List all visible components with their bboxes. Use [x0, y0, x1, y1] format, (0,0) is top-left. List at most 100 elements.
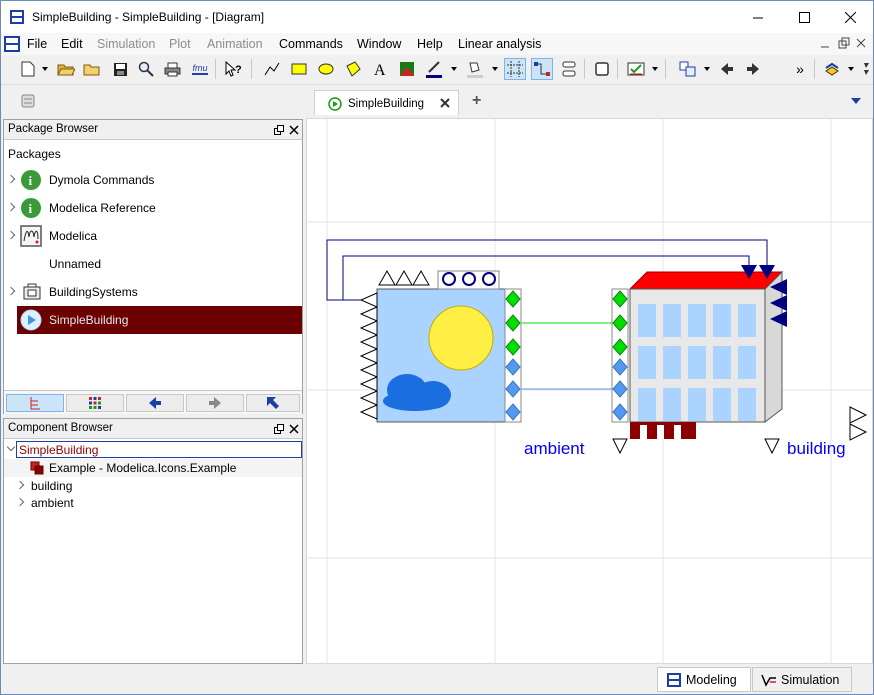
- building-bottom-ports[interactable]: [630, 422, 696, 439]
- component-item-ambient[interactable]: ambient: [4, 494, 302, 512]
- building-signal-ports[interactable]: [612, 358, 628, 421]
- open-folder-button[interactable]: [81, 58, 103, 80]
- diagram-view-dropdown-icon[interactable]: [704, 67, 710, 71]
- view-mode-button[interactable]: [17, 90, 39, 112]
- open-button[interactable]: [55, 58, 77, 80]
- bitmap-tool-button[interactable]: [396, 58, 418, 80]
- whats-this-button[interactable]: ?: [223, 58, 245, 80]
- expand-chevron-icon[interactable]: [6, 286, 16, 296]
- ambient-signal-ports[interactable]: [505, 358, 521, 421]
- library-button[interactable]: [821, 58, 843, 80]
- component-root-simplebuilding[interactable]: SimpleBuilding: [4, 441, 302, 459]
- tree-view-button[interactable]: [6, 394, 64, 412]
- diagram-canvas[interactable]: ambient building: [306, 118, 873, 664]
- float-panel-icon[interactable]: [274, 125, 284, 135]
- back-button[interactable]: [716, 58, 738, 80]
- package-item-simplebuilding[interactable]: SimpleBuilding: [17, 306, 302, 334]
- fmu-button[interactable]: fmu: [189, 58, 211, 80]
- building-bottom-port[interactable]: [764, 438, 780, 455]
- package-item-modelica-reference[interactable]: i Modelica Reference: [4, 194, 302, 222]
- fill-color-dropdown-icon[interactable]: [492, 67, 498, 71]
- simulation-mode-button[interactable]: Simulation: [752, 667, 852, 692]
- rectangle-select-button[interactable]: [591, 58, 613, 80]
- expand-chevron-icon[interactable]: [15, 497, 25, 507]
- menu-simulation[interactable]: Simulation: [97, 37, 155, 51]
- grid-toggle-button[interactable]: [504, 58, 526, 80]
- modeling-mode-button[interactable]: Modeling: [657, 667, 751, 692]
- svg-text:?: ?: [235, 64, 242, 76]
- grid-toggle-icon: [507, 61, 523, 77]
- rectangle-tool-button[interactable]: [288, 58, 310, 80]
- close-tab-icon[interactable]: [440, 98, 450, 108]
- print-button[interactable]: [161, 58, 183, 80]
- polygon-tool-button[interactable]: [342, 58, 364, 80]
- diagram-view-button[interactable]: [677, 58, 699, 80]
- new-file-button[interactable]: [17, 58, 39, 80]
- menu-plot[interactable]: Plot: [169, 37, 191, 51]
- tab-list-dropdown-icon[interactable]: [851, 98, 861, 104]
- menu-file[interactable]: File: [27, 37, 47, 51]
- ambient-component[interactable]: ambient: [359, 269, 628, 458]
- toolbar-overflow-button[interactable]: [857, 58, 874, 80]
- nav-forward-button[interactable]: [186, 394, 244, 412]
- menu-linear-analysis[interactable]: Linear analysis: [458, 37, 541, 51]
- more-toolbar-button[interactable]: »: [789, 58, 811, 80]
- component-item-building[interactable]: building: [4, 477, 302, 495]
- menu-help[interactable]: Help: [417, 37, 443, 51]
- expand-chevron-icon[interactable]: [6, 202, 16, 212]
- menu-window[interactable]: Window: [357, 37, 401, 51]
- fill-color-button[interactable]: [464, 58, 486, 80]
- float-panel-icon[interactable]: [274, 424, 284, 434]
- ambient-top-triangles[interactable]: [378, 269, 430, 286]
- ambient-left-signal-ports[interactable]: [359, 292, 378, 420]
- minimize-button[interactable]: [735, 1, 781, 33]
- close-panel-icon[interactable]: [289, 125, 299, 135]
- package-item-dymola-commands[interactable]: i Dymola Commands: [4, 166, 302, 194]
- package-item-unnamed[interactable]: Unnamed: [4, 250, 302, 278]
- building-component[interactable]: building: [611, 265, 868, 458]
- menu-edit[interactable]: Edit: [61, 37, 83, 51]
- maximize-button[interactable]: [781, 1, 827, 33]
- document-system-icon[interactable]: [4, 35, 20, 53]
- component-extends-item[interactable]: Example - Modelica.Icons.Example: [4, 459, 302, 477]
- connect-mode-button[interactable]: [531, 58, 553, 80]
- line-color-dropdown-icon[interactable]: [451, 67, 457, 71]
- manhattanize-button[interactable]: [558, 58, 580, 80]
- nav-up-button[interactable]: [246, 394, 300, 412]
- expand-chevron-icon[interactable]: [15, 480, 25, 490]
- tab-simplebuilding[interactable]: SimpleBuilding: [314, 90, 459, 115]
- search-button[interactable]: [135, 58, 157, 80]
- package-item-buildingsystems[interactable]: BuildingSystems: [4, 278, 302, 306]
- tab-label: SimpleBuilding: [348, 98, 425, 110]
- ellipse-tool-button[interactable]: [315, 58, 337, 80]
- building-right-input-ports[interactable]: [770, 279, 787, 327]
- line-tool-button[interactable]: [261, 58, 283, 80]
- menu-commands[interactable]: Commands: [279, 37, 343, 51]
- ambient-top-ports[interactable]: [442, 272, 496, 286]
- library-dropdown-icon[interactable]: [848, 67, 854, 71]
- building-heat-ports[interactable]: [612, 290, 628, 356]
- mdi-close-icon[interactable]: [856, 38, 866, 48]
- text-tool-button[interactable]: A: [369, 58, 391, 80]
- ambient-heat-ports[interactable]: [505, 290, 521, 356]
- menu-animation[interactable]: Animation: [207, 37, 263, 51]
- close-window-button[interactable]: [827, 1, 873, 33]
- mdi-restore-icon[interactable]: [838, 37, 850, 49]
- building-output-ports[interactable]: [849, 406, 868, 441]
- collapse-chevron-icon[interactable]: [6, 442, 16, 452]
- forward-button[interactable]: [742, 58, 764, 80]
- add-tab-button[interactable]: +: [472, 92, 481, 110]
- ambient-bottom-port[interactable]: [612, 438, 628, 455]
- expand-chevron-icon[interactable]: [6, 174, 16, 184]
- check-dropdown-icon[interactable]: [652, 67, 658, 71]
- save-button[interactable]: [109, 58, 131, 80]
- nav-back-button[interactable]: [126, 394, 184, 412]
- toolbar-separator: [617, 59, 618, 79]
- line-color-button[interactable]: [423, 58, 445, 80]
- close-panel-icon[interactable]: [289, 424, 299, 434]
- icon-view-button[interactable]: [66, 394, 124, 412]
- new-dropdown-icon[interactable]: [42, 67, 48, 71]
- expand-chevron-icon[interactable]: [6, 230, 16, 240]
- package-item-modelica[interactable]: Modelica: [4, 222, 302, 250]
- check-button[interactable]: [625, 58, 647, 80]
